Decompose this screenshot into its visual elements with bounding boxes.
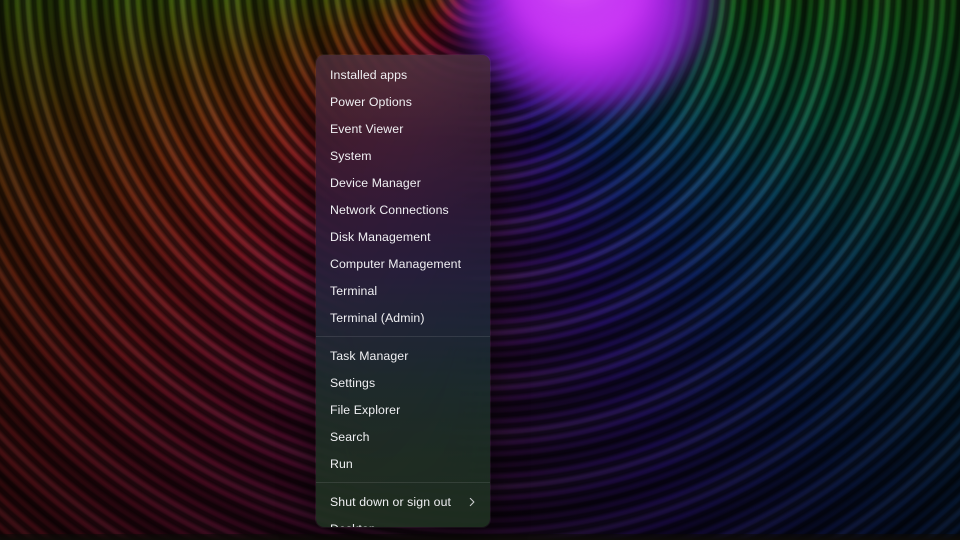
- menu-item-label: Device Manager: [330, 176, 480, 190]
- menu-item-event-viewer[interactable]: Event Viewer: [316, 115, 490, 142]
- menu-item-device-manager[interactable]: Device Manager: [316, 169, 490, 196]
- menu-item-label: Desktop: [330, 522, 480, 528]
- menu-item-system[interactable]: System: [316, 142, 490, 169]
- menu-item-network-connections[interactable]: Network Connections: [316, 196, 490, 223]
- menu-item-list: Installed apps Power Options Event Viewer S…: [316, 55, 490, 527]
- menu-item-label: Task Manager: [330, 349, 480, 363]
- menu-item-power-options[interactable]: Power Options: [316, 88, 490, 115]
- menu-item-file-explorer[interactable]: File Explorer: [316, 396, 490, 423]
- menu-item-label: Disk Management: [330, 230, 480, 244]
- menu-item-settings[interactable]: Settings: [316, 369, 490, 396]
- menu-item-task-manager[interactable]: Task Manager: [316, 342, 490, 369]
- menu-item-label: Settings: [330, 376, 480, 390]
- menu-item-label: Installed apps: [330, 68, 480, 82]
- menu-item-label: Terminal: [330, 284, 480, 298]
- menu-item-terminal[interactable]: Terminal: [316, 277, 490, 304]
- menu-item-label: Terminal (Admin): [330, 311, 480, 325]
- menu-item-terminal-admin[interactable]: Terminal (Admin): [316, 304, 490, 331]
- menu-item-label: System: [330, 149, 480, 163]
- menu-item-label: Shut down or sign out: [330, 495, 466, 509]
- menu-item-search[interactable]: Search: [316, 423, 490, 450]
- screen-bottom-strip: [0, 534, 960, 540]
- menu-item-label: Search: [330, 430, 480, 444]
- menu-item-label: Computer Management: [330, 257, 480, 271]
- menu-item-shut-down-or-sign-out[interactable]: Shut down or sign out: [316, 488, 490, 515]
- menu-item-run[interactable]: Run: [316, 450, 490, 477]
- menu-item-installed-apps[interactable]: Installed apps: [316, 61, 490, 88]
- menu-item-label: File Explorer: [330, 403, 480, 417]
- menu-item-label: Power Options: [330, 95, 480, 109]
- menu-item-desktop[interactable]: Desktop: [316, 515, 490, 527]
- winx-quick-link-menu[interactable]: Installed apps Power Options Event Viewer S…: [316, 55, 490, 527]
- menu-item-label: Event Viewer: [330, 122, 480, 136]
- menu-item-label: Run: [330, 457, 480, 471]
- chevron-right-icon: [466, 496, 478, 508]
- desktop-screen: Installed apps Power Options Event Viewer S…: [0, 0, 960, 540]
- menu-separator: [316, 482, 490, 483]
- menu-item-label: Network Connections: [330, 203, 480, 217]
- menu-item-computer-management[interactable]: Computer Management: [316, 250, 490, 277]
- menu-item-disk-management[interactable]: Disk Management: [316, 223, 490, 250]
- menu-separator: [316, 336, 490, 337]
